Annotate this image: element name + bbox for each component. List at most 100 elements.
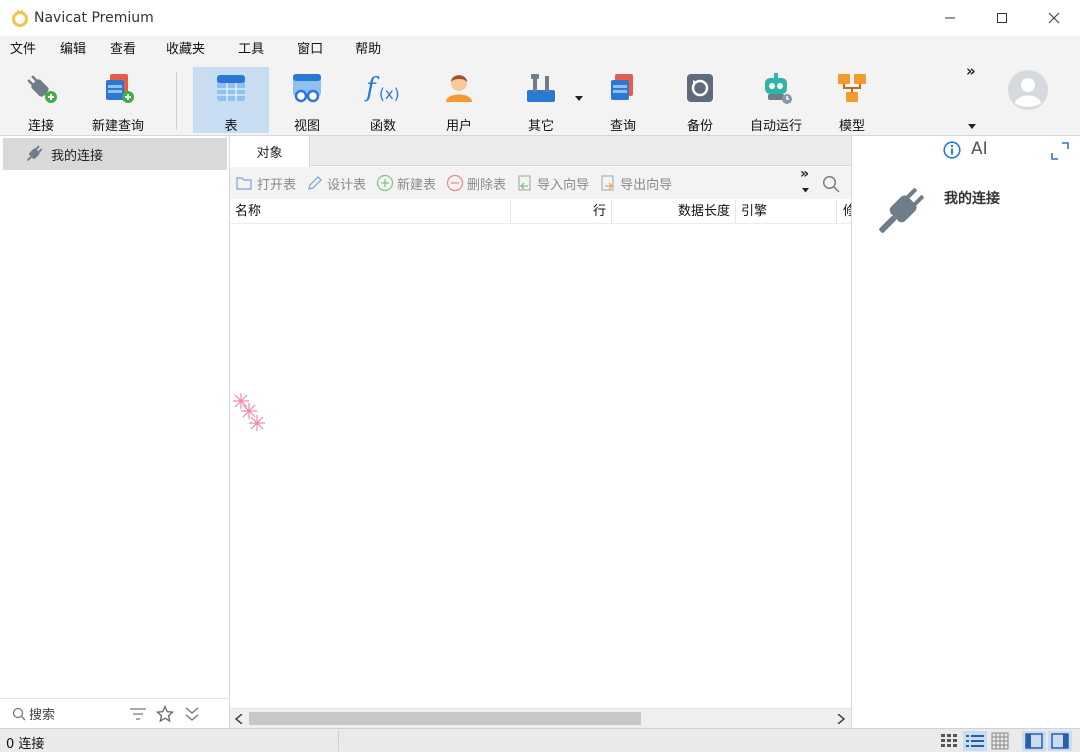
user-button[interactable]: 用户 bbox=[432, 67, 486, 134]
import-wizard-button[interactable]: 导入向导 bbox=[511, 167, 594, 199]
table-button[interactable]: 表 bbox=[193, 67, 269, 134]
table-icon bbox=[217, 75, 245, 101]
tab-objects[interactable]: 对象 bbox=[230, 136, 310, 167]
search-icon bbox=[12, 707, 26, 720]
tools-icon bbox=[527, 74, 555, 102]
object-search-icon[interactable] bbox=[822, 175, 840, 193]
export-wizard-button[interactable]: 导出向导 bbox=[594, 167, 677, 199]
star-icon[interactable] bbox=[156, 704, 174, 723]
column-engine[interactable]: 引擎 bbox=[736, 200, 837, 224]
close-button[interactable] bbox=[1028, 0, 1080, 36]
view-label: 视图 bbox=[293, 119, 320, 134]
object-toolbar-more-button[interactable]: » bbox=[800, 166, 809, 182]
design-table-button[interactable]: 设计表 bbox=[301, 167, 371, 199]
new-table-label: 新建表 bbox=[397, 177, 437, 193]
import-wizard-label: 导入向导 bbox=[537, 177, 590, 193]
sidebar-item-label: 我的连接 bbox=[51, 148, 104, 164]
cursor-sparkle-icon bbox=[233, 393, 265, 431]
menu-window[interactable]: 窗口 bbox=[279, 36, 341, 64]
other-dropdown-arrow-icon[interactable] bbox=[575, 96, 583, 102]
toolbar-more-button[interactable]: » bbox=[966, 62, 976, 80]
open-table-label: 打开表 bbox=[257, 177, 297, 193]
window-title: Navicat Premium bbox=[34, 10, 154, 26]
query-button[interactable]: 查询 bbox=[596, 67, 650, 134]
column-data-length[interactable]: 数据长度 bbox=[612, 200, 736, 224]
query-label: 查询 bbox=[609, 119, 636, 134]
toggle-left-panel-icon[interactable] bbox=[1022, 731, 1046, 751]
delete-table-label: 删除表 bbox=[467, 177, 507, 193]
automation-button[interactable]: 自动运行 bbox=[745, 67, 807, 134]
new-query-icon bbox=[106, 74, 134, 103]
user-label: 用户 bbox=[445, 119, 472, 134]
collapse-all-icon[interactable] bbox=[185, 707, 199, 721]
robot-icon bbox=[765, 73, 792, 104]
detail-view-icon[interactable] bbox=[991, 732, 1009, 750]
sidebar-search-bar: 搜索 bbox=[0, 698, 229, 728]
automation-label: 自动运行 bbox=[749, 119, 802, 134]
other-button[interactable]: 其它 bbox=[514, 67, 568, 134]
menu-favorites[interactable]: 收藏夹 bbox=[148, 36, 223, 64]
menu-help[interactable]: 帮助 bbox=[341, 36, 395, 64]
grid-view-icon[interactable] bbox=[940, 732, 958, 750]
new-table-button[interactable]: 新建表 bbox=[371, 167, 441, 199]
other-label: 其它 bbox=[527, 119, 554, 134]
user-icon bbox=[446, 75, 472, 102]
horizontal-scrollbar[interactable] bbox=[230, 708, 851, 728]
new-query-label: 新建查询 bbox=[91, 119, 144, 134]
filter-icon[interactable] bbox=[130, 707, 146, 721]
list-view-icon[interactable] bbox=[963, 731, 987, 751]
table-label: 表 bbox=[224, 119, 238, 134]
object-toolbar: 打开表 设计表 新建表 删除表 导入向导 导出向导 » bbox=[230, 166, 851, 199]
function-label: 函数 bbox=[369, 119, 396, 134]
tab-strip: 对象 bbox=[230, 136, 851, 167]
scrollbar-thumb[interactable] bbox=[249, 712, 641, 725]
model-label: 模型 bbox=[838, 119, 865, 134]
toolbar-separator bbox=[176, 72, 177, 130]
connection-sidebar: 我的连接 搜索 bbox=[0, 136, 230, 728]
status-bar: 0 连接 bbox=[0, 728, 1080, 752]
minimize-icon bbox=[945, 17, 955, 19]
svg-text:(x): (x) bbox=[379, 85, 400, 103]
toggle-right-panel-icon[interactable] bbox=[1048, 731, 1072, 751]
expand-icon[interactable] bbox=[1051, 142, 1069, 160]
connect-button[interactable]: 连接 bbox=[12, 67, 70, 134]
menu-file[interactable]: 文件 bbox=[0, 36, 48, 64]
open-table-button[interactable]: 打开表 bbox=[230, 167, 301, 199]
object-panel: 对象 打开表 设计表 新建表 删除表 导入向导 导出向导 » 名称 行 数据长度… bbox=[230, 136, 851, 728]
scroll-right-icon[interactable] bbox=[837, 714, 845, 724]
backup-button[interactable]: 备份 bbox=[673, 67, 727, 134]
import-icon bbox=[518, 175, 531, 191]
info-icon[interactable] bbox=[943, 141, 961, 159]
model-icon bbox=[838, 74, 866, 102]
sidebar-item-my-connection[interactable]: 我的连接 bbox=[3, 138, 227, 170]
column-name[interactable]: 名称 bbox=[230, 200, 511, 224]
new-query-button[interactable]: 新建查询 bbox=[86, 67, 150, 134]
column-rows[interactable]: 行 bbox=[511, 200, 612, 224]
object-list-header: 名称 行 数据长度 引擎 修 bbox=[230, 200, 851, 224]
menu-tools[interactable]: 工具 bbox=[223, 36, 279, 64]
close-icon bbox=[1048, 12, 1060, 24]
scroll-left-icon[interactable] bbox=[235, 714, 243, 724]
svg-text:f: f bbox=[364, 73, 380, 103]
maximize-button[interactable] bbox=[976, 0, 1028, 36]
object-toolbar-dropdown-icon[interactable] bbox=[802, 188, 809, 193]
status-separator bbox=[338, 731, 339, 751]
query-icon bbox=[611, 74, 633, 100]
export-wizard-label: 导出向导 bbox=[620, 177, 673, 193]
view-button[interactable]: 视图 bbox=[280, 67, 334, 134]
avatar[interactable] bbox=[1008, 70, 1048, 110]
minimize-button[interactable] bbox=[924, 0, 976, 36]
menu-view[interactable]: 查看 bbox=[98, 36, 148, 64]
maximize-icon bbox=[997, 13, 1007, 23]
model-button[interactable]: 模型 bbox=[825, 67, 879, 134]
ai-button[interactable]: AI bbox=[971, 139, 988, 159]
sidebar-search-input[interactable]: 搜索 bbox=[29, 704, 55, 723]
delete-table-button[interactable]: 删除表 bbox=[441, 167, 511, 199]
backup-label: 备份 bbox=[686, 119, 713, 134]
menu-bar: 文件 编辑 查看 收藏夹 工具 窗口 帮助 bbox=[0, 36, 1080, 64]
toolbar-overflow-arrow-icon[interactable] bbox=[968, 124, 976, 130]
column-modified[interactable]: 修 bbox=[837, 200, 851, 224]
menu-edit[interactable]: 编辑 bbox=[48, 36, 98, 64]
info-panel-title: 我的连接 bbox=[944, 191, 1000, 207]
function-button[interactable]: f (x) 函数 bbox=[356, 67, 410, 134]
